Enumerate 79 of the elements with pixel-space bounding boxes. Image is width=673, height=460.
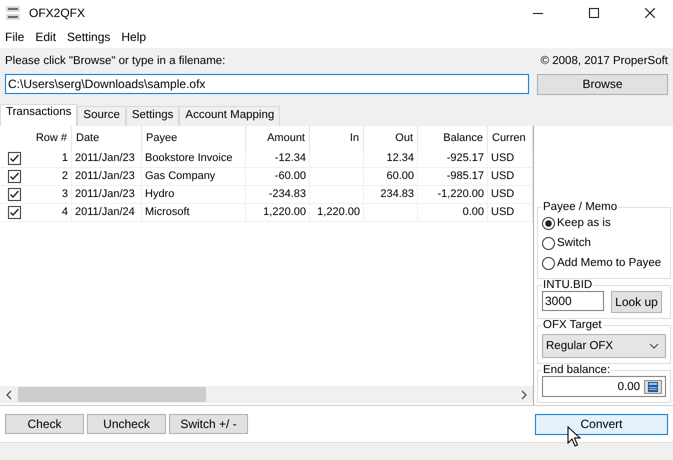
window-title: OFX2QFX (29, 6, 86, 20)
action-button[interactable]: Check (5, 414, 84, 434)
table-cell: Bookstore Invoice (145, 152, 232, 164)
table-cell: 2011/Jan/23 (75, 188, 135, 200)
menu-item[interactable]: Help (120, 30, 154, 44)
action-button[interactable]: Uncheck (87, 414, 166, 434)
table-cell: -60.00 (274, 170, 306, 182)
radio-button[interactable] (542, 236, 555, 250)
maximize-icon[interactable] (589, 8, 599, 18)
checkbox[interactable] (8, 188, 20, 201)
balance-field[interactable]: 0.00 (542, 376, 666, 398)
checkbox[interactable] (8, 152, 20, 165)
table-cell: -12.34 (274, 152, 306, 164)
caret-icon (649, 343, 659, 350)
bid-field[interactable]: 3000 (542, 291, 604, 312)
table-cell: 2 (62, 170, 68, 182)
scroll-left-icon[interactable] (5, 390, 13, 400)
table-cell: 4 (62, 206, 68, 218)
group-title: Payee / Memo (542, 201, 618, 214)
table-cell: 1,220.00 (317, 206, 360, 218)
table-cell: 2011/Jan/23 (75, 152, 135, 164)
column-header[interactable]: Amount (246, 126, 310, 150)
group-title: End balance: (542, 364, 612, 376)
table-cell: 12.34 (386, 152, 414, 164)
table-cell: Gas Company (145, 170, 216, 182)
checkbox[interactable] (8, 170, 20, 183)
column-header[interactable]: Payee (142, 126, 246, 150)
table-cell: 0.00 (462, 206, 484, 218)
action-button[interactable]: Switch +/ - (169, 414, 248, 434)
table-cell: USD (491, 152, 514, 164)
table-cell: Microsoft (145, 206, 190, 218)
tab[interactable]: Transactions (0, 104, 78, 126)
table-cell: Hydro (145, 188, 174, 200)
radio-label[interactable]: Keep as is (557, 217, 611, 230)
table-cell: USD (491, 188, 514, 200)
table-cell: 2011/Jan/24 (75, 206, 135, 218)
column-header[interactable]: Out (364, 126, 418, 150)
menu-item[interactable]: Edit (34, 30, 64, 44)
copyright-text: © 2008, 2017 ProperSoft (540, 55, 668, 69)
table-cell: USD (491, 206, 514, 218)
table-cell: 2011/Jan/23 (75, 170, 135, 182)
tab[interactable]: Source (77, 106, 126, 126)
table-cell: 60.00 (386, 170, 414, 182)
column-header[interactable]: Balance (418, 126, 488, 150)
calculator-icon[interactable] (644, 380, 662, 394)
radio-button[interactable] (542, 216, 555, 230)
column-header[interactable]: In (310, 126, 364, 150)
table-cell: 234.83 (380, 188, 414, 200)
target-dropdown[interactable]: Regular OFX (542, 334, 666, 358)
tab[interactable]: Account Mapping (179, 106, 280, 126)
table-cell: -234.83 (268, 188, 306, 200)
table-cell: -985.17 (446, 170, 484, 182)
column-header[interactable]: Curren (488, 126, 533, 150)
group-title: OFX Target (542, 319, 603, 332)
filename-field[interactable]: C:\Users\serg\Downloads\sample.ofx (5, 74, 529, 94)
table-cell: 1,220.00 (263, 206, 306, 218)
table-cell: 1 (62, 152, 68, 164)
menu-item[interactable]: Settings (66, 30, 118, 44)
app-icon (5, 5, 21, 21)
menu-item[interactable]: File (4, 30, 32, 44)
table-cell: -1,220.00 (438, 188, 484, 200)
file-prompt: Please click "Browse" or type in a filename: (5, 55, 226, 69)
radio-label[interactable]: Switch (557, 237, 591, 250)
group-title: INTU.BID (542, 279, 594, 292)
column-header[interactable]: Date (72, 126, 142, 150)
convert-button[interactable]: Convert (535, 414, 668, 435)
tab[interactable]: Settings (126, 106, 180, 126)
close-icon[interactable] (645, 8, 655, 18)
scroll-right-icon[interactable] (520, 390, 528, 400)
table-cell: -925.17 (446, 152, 484, 164)
radio-button[interactable] (542, 256, 555, 270)
look-up-button[interactable]: Look up (611, 291, 662, 314)
table-cell: USD (491, 170, 514, 182)
radio-label[interactable]: Add Memo to Payee (557, 257, 662, 270)
column-header[interactable]: Row # (28, 126, 72, 150)
scrollbar-thumb[interactable] (18, 387, 206, 402)
checkbox[interactable] (8, 206, 20, 219)
table-cell: 3 (62, 188, 68, 200)
browse-button[interactable]: Browse (537, 74, 668, 95)
